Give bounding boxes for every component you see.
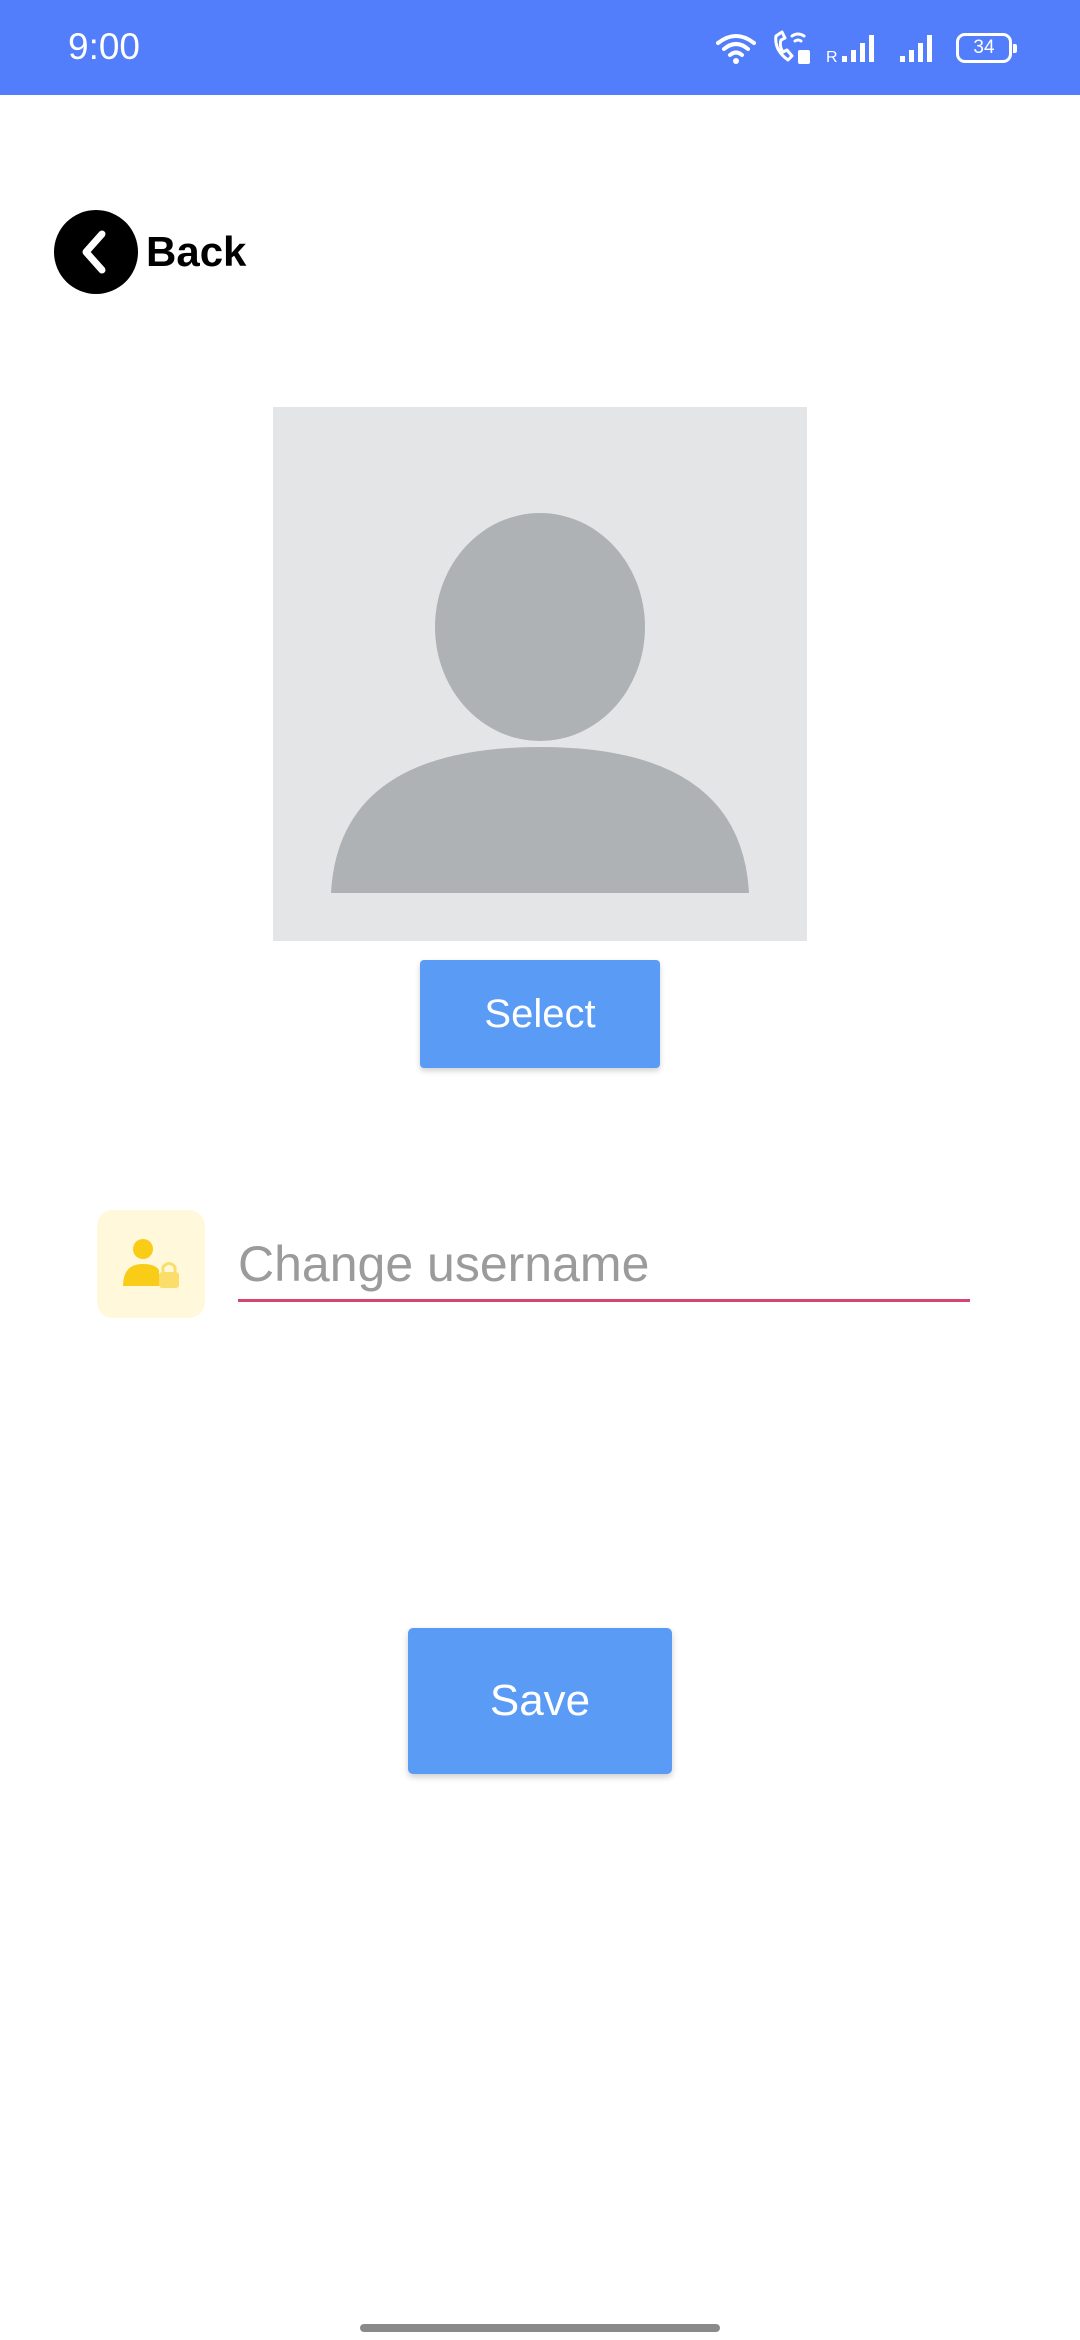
home-indicator[interactable] xyxy=(360,2324,720,2332)
back-button[interactable]: Back xyxy=(54,210,246,294)
default-avatar-icon xyxy=(331,513,749,893)
avatar-image xyxy=(273,407,807,941)
wifi-calling-icon xyxy=(770,30,812,66)
battery-icon: 34 xyxy=(956,33,1017,63)
back-label[interactable]: Back xyxy=(146,228,246,276)
user-lock-icon xyxy=(97,1210,205,1318)
status-bar: 9:00 R 34 xyxy=(0,0,1080,95)
chevron-left-icon[interactable] xyxy=(54,210,138,294)
svg-text:R: R xyxy=(826,49,838,64)
username-input[interactable] xyxy=(238,1228,970,1302)
save-button[interactable]: Save xyxy=(408,1628,672,1774)
signal-icon xyxy=(898,32,942,64)
status-icons: R 34 xyxy=(716,26,1017,70)
status-time: 9:00 xyxy=(68,26,141,67)
signal-r-icon: R xyxy=(826,32,884,64)
wifi-icon xyxy=(716,31,756,65)
battery-level: 34 xyxy=(973,37,995,58)
select-photo-button[interactable]: Select xyxy=(420,960,660,1068)
